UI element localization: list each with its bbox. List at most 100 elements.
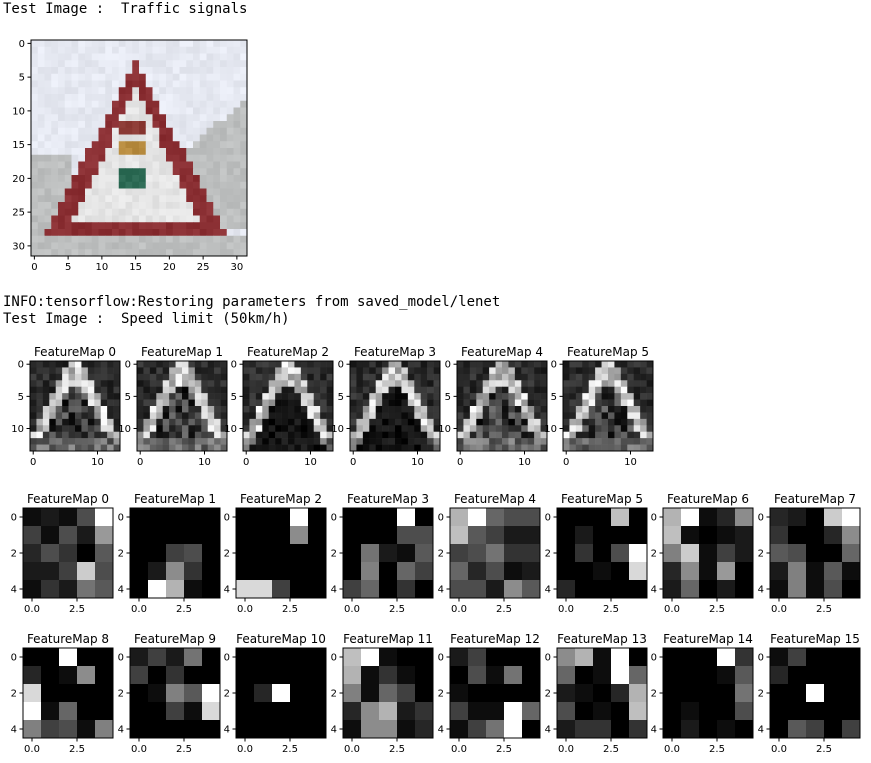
conv2-row2-cell [415, 702, 434, 721]
conv2-row2-cell [184, 702, 203, 721]
conv2-row1-cell [522, 562, 541, 581]
conv2-row1-ytick-label: 2 [545, 549, 551, 560]
conv2-row2-cell [450, 702, 469, 721]
conv2-row2-xtick-label: 2.5 [282, 744, 298, 755]
conv2-row1-xtick-label: 0.0 [237, 604, 253, 615]
conv2-row2-ytick-label: 0 [118, 653, 124, 664]
conv2-row1-ytick-label: 2 [438, 549, 444, 560]
conv2-row1-cell [788, 508, 807, 527]
conv2-row1-ytick-label: 2 [651, 549, 657, 560]
conv2-row1-feature-map [343, 508, 434, 599]
conv2-row1-xtick-label: 0.0 [131, 604, 147, 615]
conv2-row1-cell [788, 562, 807, 581]
conv2-row2-cell [842, 666, 861, 685]
conv2-row1-cell [272, 562, 291, 581]
conv2-row1-cell [379, 544, 398, 563]
conv2-row1-title: FeatureMap 5 [561, 492, 643, 506]
conv2-row1-cell [23, 526, 42, 545]
conv2-row2-cell [361, 648, 380, 667]
conv2-row1-cell [629, 544, 648, 563]
conv2-row2-cell [611, 648, 630, 667]
conv2-row2-title: FeatureMap 15 [770, 632, 860, 646]
conv2-row1-cell [77, 580, 96, 599]
conv2-row1-cell [611, 508, 630, 527]
conv2-row1-cell [41, 544, 60, 563]
conv2-row1-cell [486, 580, 505, 599]
conv2-row1-cell [415, 562, 434, 581]
conv2-row2-cell [202, 720, 221, 739]
conv2-row1-cell [184, 508, 203, 527]
conv2-row2-cell [522, 684, 541, 703]
conv2-row2-cell [681, 684, 700, 703]
conv2-row2-cell [415, 648, 434, 667]
conv2-row1-cell [663, 508, 682, 527]
conv2-row2-cell [59, 666, 78, 685]
conv2-row1-ytick-label: 4 [651, 585, 657, 596]
conv2-row2-cell [130, 720, 149, 739]
conv2-row2-cell [611, 702, 630, 721]
conv2-row2-cell [361, 666, 380, 685]
conv2-row2-title: FeatureMap 13 [557, 632, 647, 646]
conv2-row1-cell [663, 544, 682, 563]
conv2-row2-cell [272, 702, 291, 721]
conv2-row1-cell [361, 544, 380, 563]
conv2-row2-cell [522, 666, 541, 685]
conv2-row2-cell [788, 666, 807, 685]
conv2-row1-title: FeatureMap 2 [240, 492, 322, 506]
conv2-row2-xtick-label: 0.0 [558, 744, 574, 755]
conv2-row2-cell [504, 702, 523, 721]
conv2-row2-title: FeatureMap 10 [236, 632, 326, 646]
conv2-row2-ytick-label: 0 [331, 653, 337, 664]
conv2-row1-cell [77, 526, 96, 545]
conv2-row1-cell [735, 562, 754, 581]
conv2-row2-cell [770, 666, 789, 685]
conv2-row2-cell [611, 720, 630, 739]
conv2-row1-ytick-label: 0 [11, 513, 17, 524]
conv2-row2-cell [663, 702, 682, 721]
conv2-row2-cell [450, 666, 469, 685]
conv2-row1-cell [23, 562, 42, 581]
conv2-row1-cell [593, 526, 612, 545]
conv2-row1-ytick-label: 4 [118, 585, 124, 596]
conv2-row2-ytick-label: 4 [224, 725, 230, 736]
conv2-row2-xtick-label: 0.0 [344, 744, 360, 755]
conv2-row2-cell [148, 648, 167, 667]
conv2-row1-cell [806, 508, 825, 527]
conv2-row2-cell [41, 720, 60, 739]
conv2-row1-ytick-label: 4 [224, 585, 230, 596]
conv2-row1-cell [468, 580, 487, 599]
conv2-row2-cell [629, 648, 648, 667]
conv2-row1-cell [290, 508, 309, 527]
conv2-row1-cell [842, 580, 861, 599]
conv2-row1-cell [290, 544, 309, 563]
conv2-row2-cell [699, 666, 718, 685]
conv1-ytick-label: 5 [125, 392, 131, 403]
conv2-row1-cell [361, 508, 380, 527]
conv2-row1-cell [59, 508, 78, 527]
conv1-feature-map [457, 361, 548, 452]
conv2-row2-ytick-label: 4 [438, 725, 444, 736]
conv2-row2-cell [806, 666, 825, 685]
conv2-row1-cell [699, 580, 718, 599]
conv2-row1-cell [699, 544, 718, 563]
conv2-row2-cell [699, 648, 718, 667]
conv2-row2-cell [629, 666, 648, 685]
test-image [31, 40, 248, 257]
conv2-row2-cell [824, 666, 843, 685]
conv2-row2-cell [450, 684, 469, 703]
conv2-row2-cell [629, 684, 648, 703]
conv2-row1-cell [770, 526, 789, 545]
conv2-row1-ytick-label: 4 [11, 585, 17, 596]
conv1-ytick-label: 0 [338, 360, 344, 371]
conv1-xtick-label: 0 [457, 457, 463, 468]
conv1-xtick-label: 0 [563, 457, 569, 468]
conv2-row2-cell [735, 666, 754, 685]
conv2-row1-cell [681, 544, 700, 563]
conv2-row1-cell [202, 562, 221, 581]
conv2-row1-cell [272, 580, 291, 599]
conv1-ytick-label: 10 [544, 424, 557, 435]
conv2-row1-ytick-label: 4 [438, 585, 444, 596]
conv2-row1-cell [166, 562, 185, 581]
conv2-row2-cell [522, 720, 541, 739]
conv2-row1-feature-map [236, 508, 327, 599]
